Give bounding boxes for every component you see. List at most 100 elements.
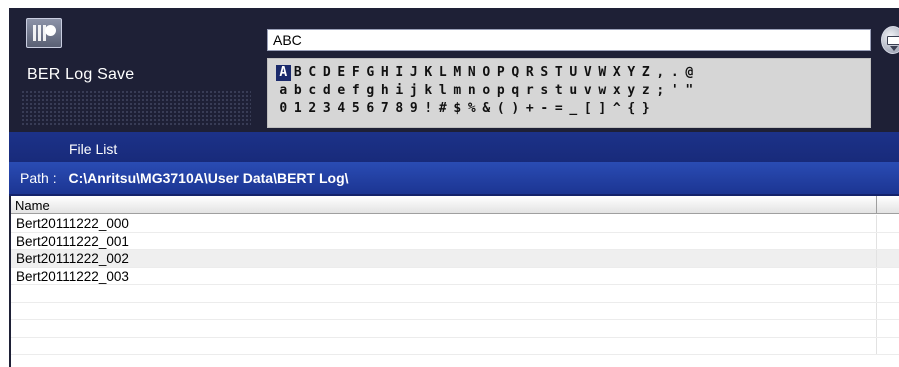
- char-key[interactable]: Y: [624, 65, 639, 81]
- char-key[interactable]: r: [523, 83, 538, 99]
- char-key[interactable]: (: [494, 101, 509, 117]
- table-row[interactable]: Bert20111222_003: [11, 267, 899, 285]
- char-key[interactable]: k: [421, 83, 436, 99]
- char-key[interactable]: +: [523, 101, 538, 117]
- char-key[interactable]: $: [450, 101, 465, 117]
- char-key[interactable]: K: [421, 65, 436, 81]
- char-key[interactable]: N: [465, 65, 480, 81]
- char-key[interactable]: Q: [508, 65, 523, 81]
- char-key[interactable]: g: [363, 83, 378, 99]
- filename-input[interactable]: ABC: [267, 29, 871, 51]
- char-key[interactable]: P: [494, 65, 509, 81]
- char-key[interactable]: ]: [595, 101, 610, 117]
- char-key[interactable]: p: [494, 83, 509, 99]
- char-key[interactable]: J: [407, 65, 422, 81]
- char-key[interactable]: =: [552, 101, 567, 117]
- char-key[interactable]: 4: [334, 101, 349, 117]
- char-key[interactable]: I: [392, 65, 407, 81]
- char-key[interactable]: j: [407, 83, 422, 99]
- char-key[interactable]: Z: [639, 65, 654, 81]
- char-key[interactable]: H: [378, 65, 393, 81]
- table-row[interactable]: Bert20111222_001: [11, 232, 899, 250]
- char-key[interactable]: R: [523, 65, 538, 81]
- char-key[interactable]: 6: [363, 101, 378, 117]
- char-key[interactable]: m: [450, 83, 465, 99]
- char-key[interactable]: %: [465, 101, 480, 117]
- char-key[interactable]: B: [291, 65, 306, 81]
- char-key[interactable]: !: [421, 101, 436, 117]
- char-key[interactable]: i: [392, 83, 407, 99]
- char-key[interactable]: ^: [610, 101, 625, 117]
- column-header-name[interactable]: Name: [11, 196, 899, 214]
- char-key[interactable]: 9: [407, 101, 422, 117]
- char-key[interactable]: V: [581, 65, 596, 81]
- char-key[interactable]: }: [639, 101, 654, 117]
- char-key[interactable]: ": [682, 83, 697, 99]
- char-key[interactable]: b: [291, 83, 306, 99]
- file-name: Bert20111222_001: [16, 233, 129, 249]
- file-name: Bert20111222_000: [16, 216, 129, 231]
- char-key[interactable]: d: [320, 83, 335, 99]
- char-key[interactable]: E: [334, 65, 349, 81]
- char-key[interactable]: 0: [276, 101, 291, 117]
- char-key[interactable]: w: [595, 83, 610, 99]
- char-key[interactable]: y: [624, 83, 639, 99]
- column-header-label: Name: [15, 198, 50, 213]
- char-key[interactable]: 3: [320, 101, 335, 117]
- char-key[interactable]: W: [595, 65, 610, 81]
- char-key[interactable]: 8: [392, 101, 407, 117]
- row-column-divider: [876, 320, 877, 337]
- column-divider[interactable]: [876, 196, 877, 214]
- char-key[interactable]: &: [479, 101, 494, 117]
- char-key[interactable]: A: [276, 65, 291, 81]
- char-key[interactable]: c: [305, 83, 320, 99]
- char-key[interactable]: L: [436, 65, 451, 81]
- char-key[interactable]: [: [581, 101, 596, 117]
- keyboard-icon[interactable]: [881, 26, 899, 54]
- char-key[interactable]: ': [668, 83, 683, 99]
- char-key[interactable]: t: [552, 83, 567, 99]
- char-key[interactable]: 2: [305, 101, 320, 117]
- char-key[interactable]: q: [508, 83, 523, 99]
- char-key[interactable]: U: [566, 65, 581, 81]
- char-key[interactable]: e: [334, 83, 349, 99]
- char-key[interactable]: ): [508, 101, 523, 117]
- path-label: Path :: [20, 170, 57, 186]
- char-key[interactable]: #: [436, 101, 451, 117]
- char-key[interactable]: h: [378, 83, 393, 99]
- char-key[interactable]: F: [349, 65, 364, 81]
- char-key[interactable]: 7: [378, 101, 393, 117]
- char-key[interactable]: f: [349, 83, 364, 99]
- char-key[interactable]: a: [276, 83, 291, 99]
- char-key[interactable]: D: [320, 65, 335, 81]
- path-bar: Path : C:\Anritsu\MG3710A\User Data\BERT…: [9, 162, 899, 194]
- char-key[interactable]: C: [305, 65, 320, 81]
- char-key[interactable]: l: [436, 83, 451, 99]
- char-key[interactable]: x: [610, 83, 625, 99]
- table-row: [11, 302, 899, 320]
- row-column-divider: [876, 215, 877, 232]
- char-key[interactable]: u: [566, 83, 581, 99]
- char-key[interactable]: v: [581, 83, 596, 99]
- char-key[interactable]: ,: [653, 65, 668, 81]
- table-row[interactable]: Bert20111222_002: [11, 250, 899, 268]
- char-key[interactable]: o: [479, 83, 494, 99]
- char-key[interactable]: s: [537, 83, 552, 99]
- char-key[interactable]: ;: [653, 83, 668, 99]
- table-row[interactable]: Bert20111222_000: [11, 215, 899, 233]
- char-key[interactable]: T: [552, 65, 567, 81]
- char-key[interactable]: {: [624, 101, 639, 117]
- char-key[interactable]: G: [363, 65, 378, 81]
- char-key[interactable]: X: [610, 65, 625, 81]
- char-key[interactable]: O: [479, 65, 494, 81]
- char-key[interactable]: M: [450, 65, 465, 81]
- char-key[interactable]: z: [639, 83, 654, 99]
- char-key[interactable]: S: [537, 65, 552, 81]
- char-key[interactable]: 1: [291, 101, 306, 117]
- char-key[interactable]: -: [537, 101, 552, 117]
- char-key[interactable]: .: [668, 65, 683, 81]
- char-key[interactable]: 5: [349, 101, 364, 117]
- char-key[interactable]: _: [566, 101, 581, 117]
- char-key[interactable]: @: [682, 65, 697, 81]
- char-key[interactable]: n: [465, 83, 480, 99]
